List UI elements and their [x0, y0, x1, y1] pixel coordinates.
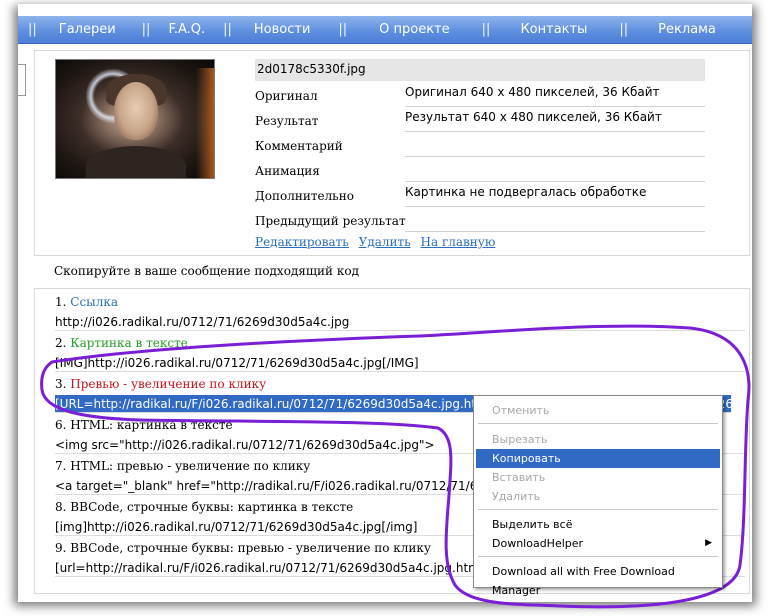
info-label: Комментарий [255, 139, 343, 153]
file-name: 2d0178c5330f.jpg [255, 59, 705, 81]
code-number: 7. [55, 459, 67, 473]
image-info-panel: 2d0178c5330f.jpg Оригинал Оригинал 640 x… [34, 50, 750, 256]
code-label: Превью - увеличение по клику [70, 377, 267, 391]
menu-separator [478, 423, 718, 424]
context-menu: Отменить Вырезать Копировать Вставить Уд… [473, 395, 723, 597]
menu-fdm[interactable]: Download all with Free Download Manager [476, 562, 720, 597]
nav-faq[interactable]: F.A.Q. [168, 22, 205, 37]
info-row-additional: Дополнительно Картинка не подвергалась о… [255, 183, 705, 208]
home-link[interactable]: На главную [421, 235, 496, 249]
nav-separator: || [619, 22, 629, 37]
info-value [405, 210, 705, 232]
code-number: 1. [55, 295, 67, 309]
code-field[interactable]: http://i026.radikal.ru/0712/71/6269d30d5… [55, 313, 745, 331]
code-item: 2. Картинка в тексте [IMG]http://i026.ra… [55, 336, 745, 372]
menu-download-helper-label: DownloadHelper [492, 537, 584, 550]
info-label: Оригинал [255, 89, 318, 103]
info-row-previous: Предыдущий результат [255, 208, 705, 233]
info-row-original: Оригинал Оригинал 640 x 480 пикселей, 36… [255, 83, 705, 108]
nav-separator: || [141, 22, 151, 37]
code-field[interactable]: [IMG]http://i026.radikal.ru/0712/71/6269… [55, 354, 745, 372]
menu-undo[interactable]: Отменить [476, 401, 720, 420]
code-number: 6. [55, 418, 67, 432]
nav-ads[interactable]: Реклама [658, 22, 716, 37]
code-title: 1. Ссылка [55, 295, 745, 313]
info-label: Результат [255, 114, 319, 128]
code-title: 2. Картинка в тексте [55, 336, 745, 354]
nav-separator: || [28, 22, 37, 37]
code-label: BBCode, строчные буквы: картинка в текст… [70, 500, 354, 514]
code-item: 1. Ссылка http://i026.radikal.ru/0712/71… [55, 295, 745, 331]
menu-separator [478, 509, 718, 510]
thumbnail-shoulder [86, 146, 186, 178]
code-label: HTML: картинка в тексте [70, 418, 233, 432]
info-label: Анимация [255, 164, 320, 178]
menu-cut[interactable]: Вырезать [476, 430, 720, 449]
nav-separator: || [338, 22, 348, 37]
menu-paste[interactable]: Вставить [476, 468, 720, 487]
info-value: Результат 640 x 480 пикселей, 36 Кбайт [405, 110, 705, 132]
nav-separator: || [481, 22, 491, 37]
left-edge-box [18, 64, 26, 96]
info-value: Картинка не подвергалась обработке [405, 185, 705, 207]
code-number: 3. [55, 377, 67, 391]
code-label: BBCode, строчные буквы: превью - увеличе… [70, 541, 431, 555]
info-row-comment: Комментарий [255, 133, 705, 158]
menu-select-all[interactable]: Выделить всё [476, 515, 720, 534]
info-value: Оригинал 640 x 480 пикселей, 36 Кбайт [405, 85, 705, 107]
menu-copy[interactable]: Копировать [476, 449, 720, 468]
image-thumbnail[interactable] [55, 59, 215, 179]
thumbnail-flare [196, 68, 214, 178]
submenu-arrow-icon: ▶ [705, 538, 712, 548]
info-label: Дополнительно [255, 189, 354, 203]
action-links: Редактировать Удалить На главную [255, 235, 501, 249]
nav-galleries[interactable]: Галереи [59, 22, 116, 37]
nav-about[interactable]: О проекте [379, 22, 450, 37]
thumbnail-face [114, 82, 158, 140]
code-label: HTML: превью - увеличение по клику [70, 459, 311, 473]
code-number: 2. [55, 336, 67, 350]
top-nav: || Галереи || F.A.Q. || Новости || О про… [18, 16, 752, 44]
nav-news[interactable]: Новости [254, 22, 311, 37]
info-value [405, 160, 705, 182]
nav-separator: || [223, 22, 232, 37]
nav-contacts[interactable]: Контакты [520, 22, 587, 37]
code-number: 9. [55, 541, 67, 555]
info-label: Предыдущий результат [255, 214, 406, 228]
menu-delete[interactable]: Удалить [476, 487, 720, 506]
code-number: 8. [55, 500, 67, 514]
info-value [405, 135, 705, 157]
code-label: Картинка в тексте [70, 336, 188, 350]
menu-separator [478, 556, 718, 557]
menu-download-helper[interactable]: DownloadHelper ▶ [476, 534, 720, 553]
code-title: 3. Превью - увеличение по клику [55, 377, 745, 395]
delete-link[interactable]: Удалить [359, 235, 411, 249]
copy-heading: Скопируйте в ваше сообщение подходящий к… [54, 264, 359, 278]
info-row-result: Результат Результат 640 x 480 пикселей, … [255, 108, 705, 133]
code-label: Ссылка [70, 295, 119, 309]
edit-link[interactable]: Редактировать [255, 235, 349, 249]
info-row-animation: Анимация [255, 158, 705, 183]
